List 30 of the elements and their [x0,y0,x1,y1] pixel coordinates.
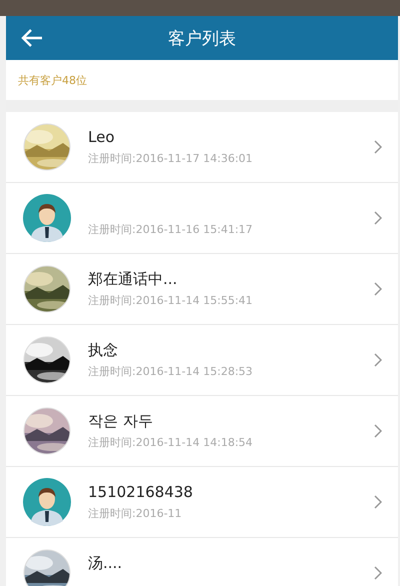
person-avatar-icon [23,194,71,242]
chevron-right-icon [374,495,382,509]
customer-name: 15102168438 [88,482,194,502]
registration-time: 注册时间:2016-11-14 15:55:41 [88,293,254,309]
registration-time: 注册时间:2016-11 [88,506,183,522]
chevron-right-icon [374,211,382,225]
chevron-right-icon [374,566,382,580]
customer-name: 郑在通话中... [88,269,178,289]
registration-time: 注册时间:2016-11-16 15:41:17 [88,222,254,238]
customer-row[interactable]: 汤.... [6,538,398,586]
customer-row[interactable]: 郑在通话中... 注册时间:2016-11-14 15:55:41 [6,254,398,325]
person-avatar-icon [23,478,71,526]
chevron-right-icon [374,424,382,438]
customer-count: 共有客户48位 [18,72,87,88]
customer-name: Leo [88,127,116,147]
customer-row[interactable]: Leo 注册时间:2016-11-17 14:36:01 [6,112,398,183]
registration-time: 注册时间:2016-11-14 14:18:54 [88,435,254,451]
customer-row[interactable]: 执念 注册时间:2016-11-14 15:28:53 [6,325,398,396]
chevron-right-icon [374,282,382,296]
customer-row[interactable]: 15102168438 注册时间:2016-11 [6,467,398,538]
page-title: 客户列表 [168,28,236,50]
customer-name: 汤.... [88,553,124,573]
chevron-right-icon [374,140,382,154]
customer-name: 작은 자두 [88,411,154,431]
registration-time: 注册时间:2016-11-14 15:28:53 [88,364,254,380]
registration-time: 注册时间:2016-11-17 14:36:01 [88,151,254,167]
customer-name: 执念 [88,340,119,360]
customer-row[interactable]: 작은 자두 注册时间:2016-11-14 14:18:54 [6,396,398,467]
back-arrow-icon[interactable] [20,28,44,48]
chevron-right-icon [374,353,382,367]
